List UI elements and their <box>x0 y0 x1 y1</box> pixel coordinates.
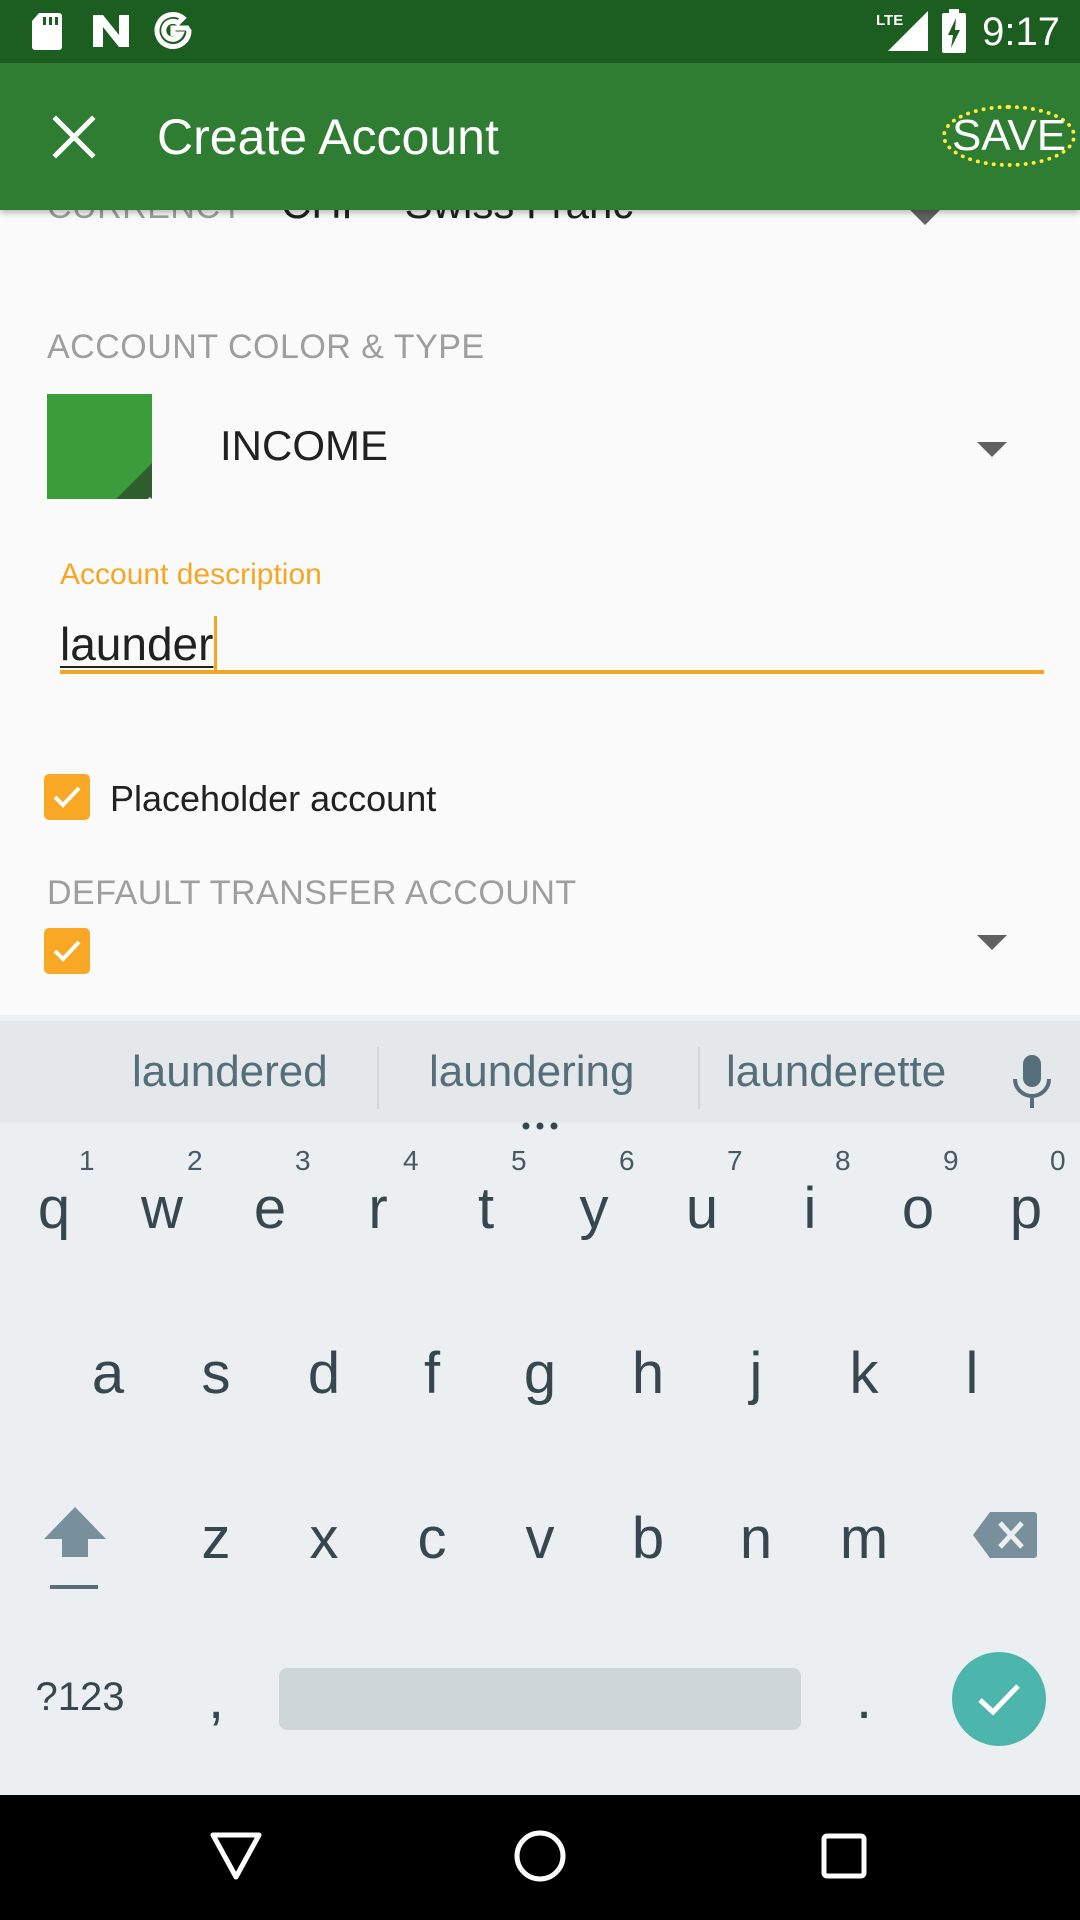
key-m[interactable]: m <box>810 1505 918 1572</box>
default-transfer-label: DEFAULT TRANSFER ACCOUNT <box>47 874 577 912</box>
navigation-bar <box>0 1795 1080 1920</box>
key-b[interactable]: b <box>594 1505 702 1572</box>
key-r[interactable]: r <box>324 1175 432 1242</box>
clock: 9:17 <box>982 10 1060 54</box>
app-toolbar: Create Account SAVE <box>0 63 1080 210</box>
text-cursor <box>214 616 218 670</box>
save-button[interactable]: SAVE <box>942 105 1076 167</box>
backspace-icon[interactable] <box>972 1510 1038 1565</box>
key-f[interactable]: f <box>378 1340 486 1407</box>
suggestion-3[interactable]: launderette <box>726 1047 946 1097</box>
lte-signal-icon: LTE <box>876 10 932 52</box>
battery-charging-icon <box>940 9 968 53</box>
key-g[interactable]: g <box>486 1340 594 1407</box>
key-hint-7: 7 <box>727 1145 743 1176</box>
close-icon[interactable] <box>44 107 104 167</box>
enter-button[interactable] <box>952 1652 1046 1746</box>
key-o[interactable]: o <box>864 1175 972 1242</box>
more-suggestions-icon[interactable] <box>520 1117 560 1130</box>
key-hint-2: 2 <box>187 1145 203 1176</box>
key-hint-5: 5 <box>511 1145 527 1176</box>
key-y[interactable]: y <box>540 1175 648 1242</box>
key-hint-0: 0 <box>1050 1145 1066 1176</box>
google-icon <box>152 10 194 52</box>
description-text: launder <box>60 618 214 670</box>
suggestion-divider <box>698 1047 700 1109</box>
key-period[interactable]: . <box>810 1665 918 1732</box>
key-x[interactable]: x <box>270 1505 378 1572</box>
key-comma[interactable]: , <box>162 1665 270 1732</box>
sd-card-icon <box>30 10 64 52</box>
page-title: Create Account <box>157 109 499 165</box>
key-hint-9: 9 <box>943 1145 959 1176</box>
description-label: Account description <box>60 558 322 591</box>
account-form: CURRENCY CHF - Swiss Franc ACCOUNT COLOR… <box>0 210 1080 1015</box>
description-value: launder <box>60 616 218 671</box>
key-z[interactable]: z <box>162 1505 270 1572</box>
key-k[interactable]: k <box>810 1340 918 1407</box>
suggestion-2[interactable]: laundering <box>429 1047 635 1097</box>
key-i[interactable]: i <box>756 1175 864 1242</box>
home-icon[interactable] <box>513 1829 567 1888</box>
swatch-corner <box>116 463 152 499</box>
key-p[interactable]: p <box>972 1175 1080 1242</box>
key-a[interactable]: a <box>54 1340 162 1407</box>
default-transfer-dropdown-icon[interactable] <box>977 935 1007 950</box>
key-hint-8: 8 <box>835 1145 851 1176</box>
key-e[interactable]: e <box>216 1175 324 1242</box>
default-transfer-checkbox[interactable] <box>44 928 90 974</box>
account-type-dropdown-icon[interactable] <box>977 442 1007 457</box>
shift-icon[interactable] <box>42 1505 108 1600</box>
microphone-icon[interactable] <box>1010 1053 1054 1116</box>
placeholder-checkbox[interactable] <box>44 774 90 820</box>
back-icon[interactable] <box>210 1832 262 1885</box>
key-d[interactable]: d <box>270 1340 378 1407</box>
key-n[interactable]: n <box>702 1505 810 1572</box>
key-l[interactable]: l <box>918 1340 1026 1407</box>
key-v[interactable]: v <box>486 1505 594 1572</box>
account-type-spinner[interactable]: INCOME <box>220 422 388 470</box>
key-j[interactable]: j <box>702 1340 810 1407</box>
key-q[interactable]: q <box>0 1175 108 1242</box>
soft-keyboard: laundered laundering launderette q w e r… <box>0 1015 1080 1795</box>
key-w[interactable]: w <box>108 1175 216 1242</box>
status-bar: LTE 9:17 <box>0 0 1080 63</box>
key-hint-1: 1 <box>79 1145 95 1176</box>
checkmark-icon <box>978 1684 1020 1716</box>
check-icon <box>53 786 81 808</box>
key-u[interactable]: u <box>648 1175 756 1242</box>
suggestion-1[interactable]: laundered <box>132 1047 328 1097</box>
color-type-label: ACCOUNT COLOR & TYPE <box>47 328 485 366</box>
key-hint-4: 4 <box>403 1145 419 1176</box>
suggestion-divider <box>377 1047 379 1109</box>
spacebar[interactable] <box>279 1668 801 1730</box>
key-s[interactable]: s <box>162 1340 270 1407</box>
recents-icon[interactable] <box>820 1832 868 1885</box>
key-h[interactable]: h <box>594 1340 702 1407</box>
currency-dropdown-icon[interactable] <box>910 210 940 225</box>
account-color-swatch[interactable] <box>47 394 152 499</box>
currency-label: CURRENCY <box>47 210 244 227</box>
placeholder-label[interactable]: Placeholder account <box>110 778 436 820</box>
symbols-key[interactable]: ?123 <box>20 1675 140 1720</box>
suggestion-strip: laundered laundering launderette <box>0 1015 1080 1130</box>
svg-text:LTE: LTE <box>876 12 903 29</box>
n-icon <box>90 10 132 52</box>
key-hint-6: 6 <box>619 1145 635 1176</box>
currency-spinner[interactable]: CHF - Swiss Franc <box>281 210 633 228</box>
key-t[interactable]: t <box>432 1175 540 1242</box>
key-c[interactable]: c <box>378 1505 486 1572</box>
check-icon <box>53 940 81 962</box>
key-hint-3: 3 <box>295 1145 311 1176</box>
